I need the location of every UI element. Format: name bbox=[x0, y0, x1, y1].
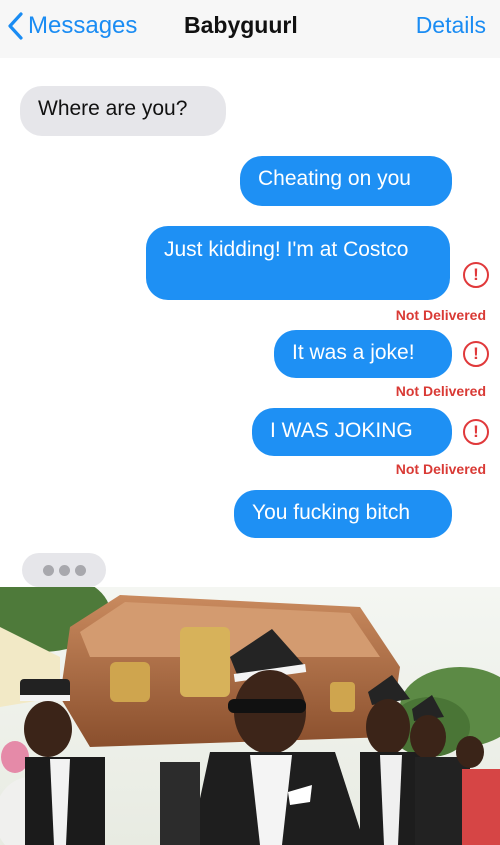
exclamation-circle-icon[interactable]: ! bbox=[463, 262, 489, 288]
message-text: It was a joke! bbox=[292, 341, 415, 364]
message-text: Where are you? bbox=[38, 97, 188, 120]
message-bubble-incoming: Where are you? bbox=[20, 86, 226, 136]
chevron-left-icon bbox=[8, 12, 23, 40]
message-bubble-outgoing: I WAS JOKING bbox=[252, 408, 452, 456]
coffin-dance-image bbox=[0, 587, 500, 845]
message-text: Just kidding! I'm at Costco bbox=[164, 238, 409, 261]
delivery-status: Not Delivered bbox=[395, 461, 486, 477]
message-bubble-outgoing: It was a joke! bbox=[274, 330, 452, 378]
navigation-bar: Messages Babyguurl Details bbox=[0, 0, 500, 58]
typing-dot bbox=[59, 565, 70, 576]
typing-dot bbox=[43, 565, 54, 576]
back-button[interactable]: Messages bbox=[6, 10, 137, 42]
message-text: You fucking bitch bbox=[252, 501, 411, 524]
message-bubble-outgoing: You fucking bitch bbox=[234, 490, 452, 538]
message-text: Cheating on you bbox=[258, 167, 411, 190]
exclamation-circle-icon[interactable]: ! bbox=[463, 341, 489, 367]
contact-name: Babyguurl bbox=[184, 12, 298, 38]
delivery-status: Not Delivered bbox=[395, 307, 486, 323]
delivery-status: Not Delivered bbox=[395, 383, 486, 399]
typing-indicator bbox=[22, 553, 106, 587]
message-bubble-outgoing: Cheating on you bbox=[240, 156, 452, 206]
back-label: Messages bbox=[28, 12, 138, 39]
exclamation-circle-icon[interactable]: ! bbox=[463, 419, 489, 445]
message-text: I WAS JOKING bbox=[270, 419, 413, 442]
typing-dot bbox=[75, 565, 86, 576]
details-button[interactable]: Details bbox=[416, 12, 486, 39]
message-bubble-outgoing: Just kidding! I'm at Costco bbox=[146, 226, 450, 300]
